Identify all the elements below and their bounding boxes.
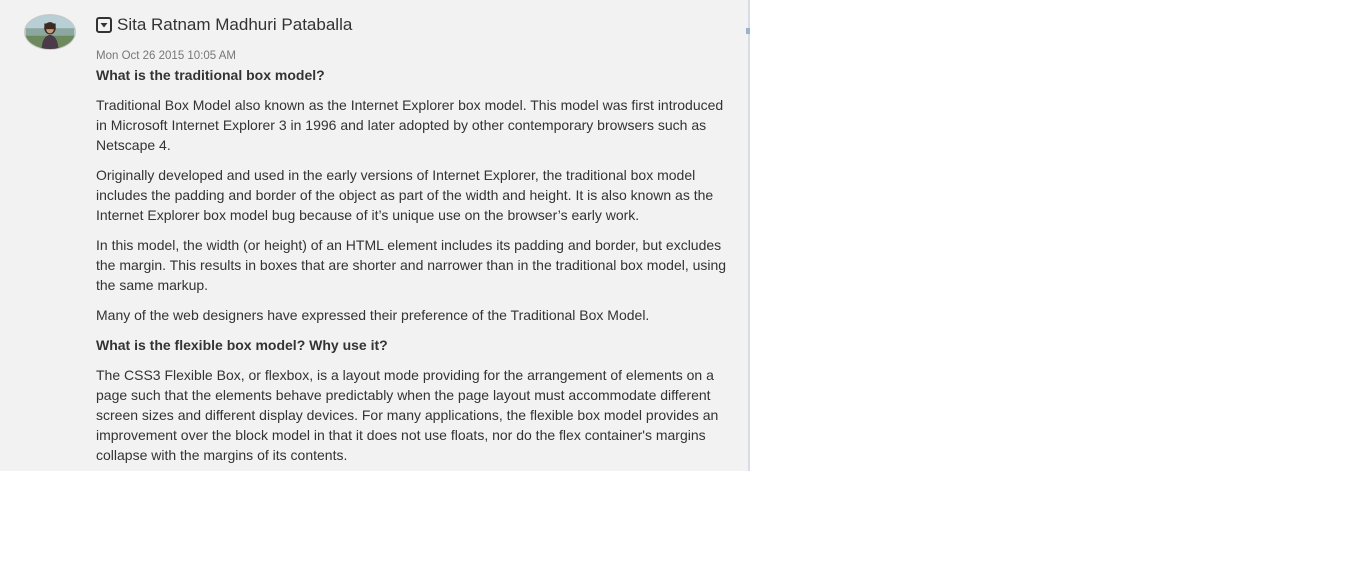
post-panel: Sita Ratnam Madhuri Pataballa Mon Oct 26…: [0, 0, 750, 471]
body-paragraph: Many of the web designers have expressed…: [96, 307, 650, 323]
scrollbar-marker[interactable]: [746, 28, 750, 34]
avatar-photo-icon: [25, 15, 75, 49]
body-paragraph: Originally developed and used in the ear…: [96, 167, 714, 223]
body-paragraph: The CSS3 Flexible Box, or flexbox, is a …: [96, 367, 719, 463]
post-date: Mon Oct 26 2015 10:05 AM: [96, 50, 237, 62]
author-name[interactable]: Sita Ratnam Madhuri Pataballa: [117, 14, 352, 36]
post-header: Sita Ratnam Madhuri Pataballa: [96, 14, 352, 36]
body-paragraph: In this model, the width (or height) of …: [96, 237, 727, 293]
body-paragraph: Traditional Box Model also known as the …: [96, 97, 724, 153]
collapse-toggle-icon[interactable]: [96, 17, 112, 33]
body-heading: What is the flexible box model? Why use …: [96, 337, 388, 353]
author-avatar[interactable]: [24, 14, 76, 50]
body-heading: What is the traditional box model?: [96, 67, 325, 83]
post-body: What is the traditional box model? Tradi…: [96, 65, 736, 471]
